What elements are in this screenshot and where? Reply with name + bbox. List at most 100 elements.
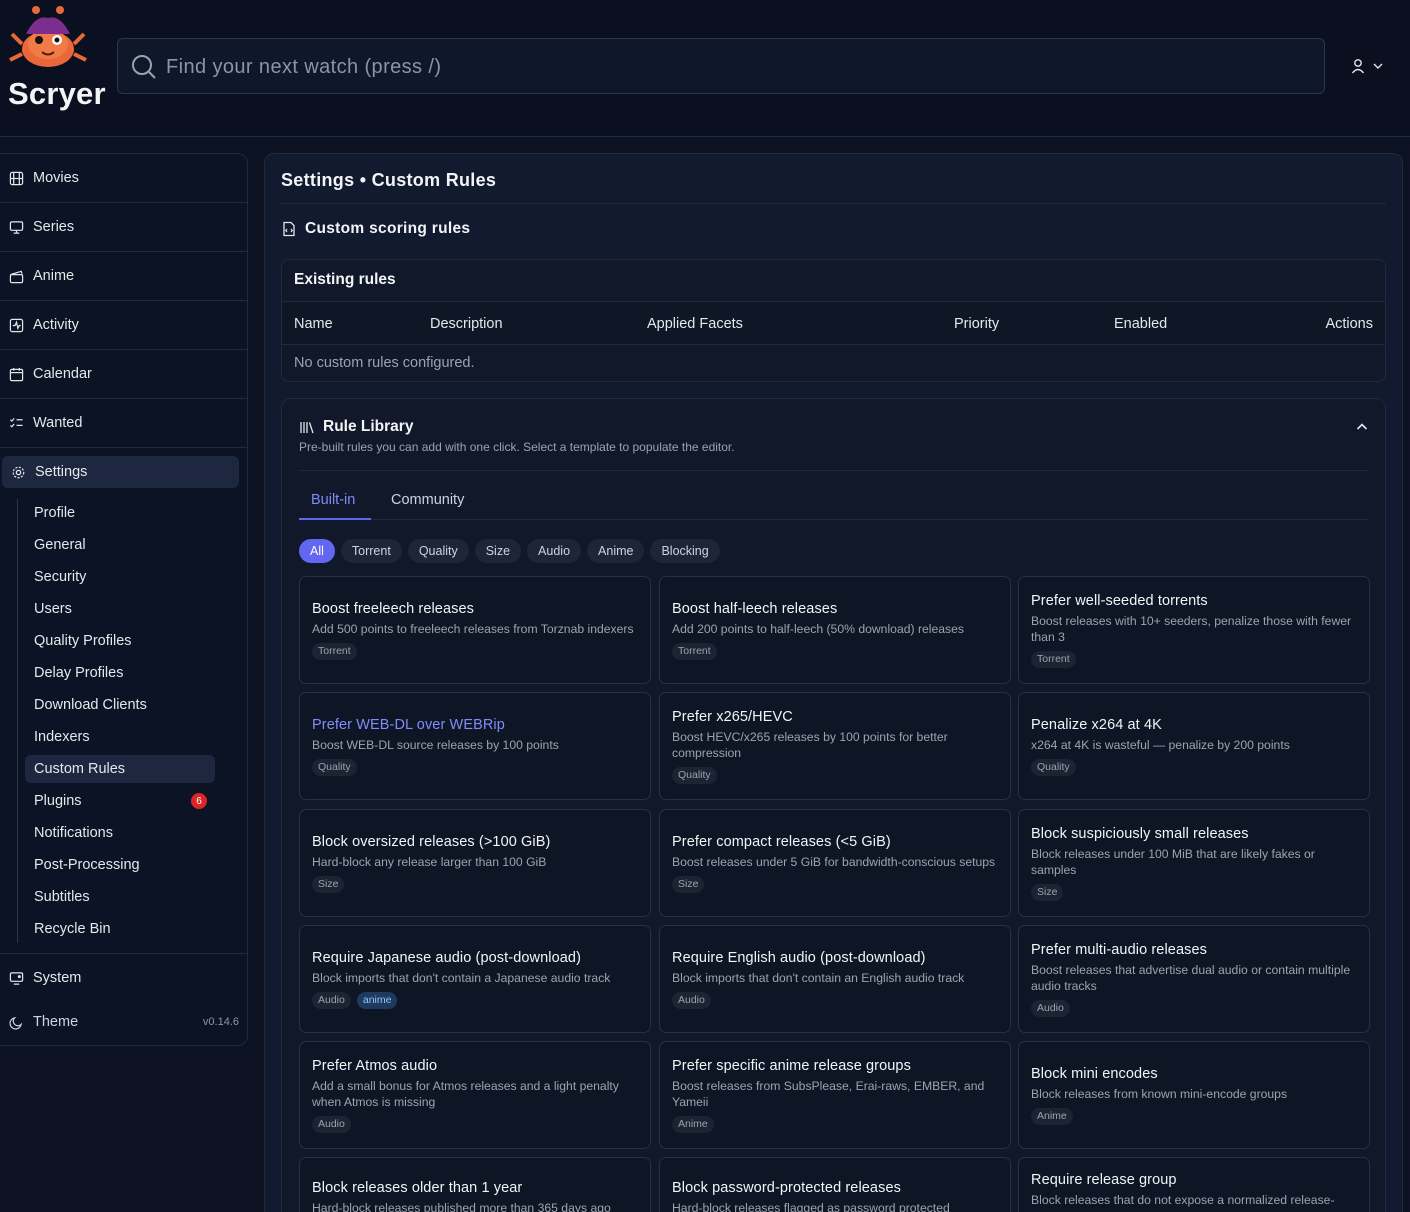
- card-description: Block releases under 100 MiB that are li…: [1031, 846, 1315, 877]
- divider: [299, 470, 1369, 471]
- sidebar-subitem-post-processing[interactable]: Post-Processing: [25, 851, 215, 879]
- chevron-up-icon[interactable]: [1354, 419, 1370, 435]
- theme-toggle[interactable]: Theme v0.14.6: [9, 1014, 239, 1030]
- card-title: Prefer multi-audio releases: [1031, 941, 1207, 958]
- card-description: Boost releases under 5 GiB for bandwidth…: [672, 854, 996, 869]
- filter-chip-anime[interactable]: Anime: [587, 539, 645, 563]
- card-title: Block releases older than 1 year: [312, 1180, 523, 1196]
- rule-template-card[interactable]: Prefer specific anime release groups Boo…: [659, 1041, 1011, 1149]
- card-description: Hard-block releases flagged as password …: [672, 1201, 950, 1212]
- filter-chip-quality[interactable]: Quality: [407, 539, 469, 563]
- sidebar-subitem-notifications[interactable]: Notifications: [25, 819, 215, 847]
- filter-chip-torrent[interactable]: Torrent: [340, 539, 402, 563]
- sidebar-subitem-general[interactable]: General: [25, 531, 215, 559]
- card-description: Boost WEB-DL source releases by 100 poin…: [312, 737, 559, 752]
- card-description: Boost releases with 10+ seeders, penaliz…: [1031, 613, 1352, 644]
- rule-template-card[interactable]: Block oversized releases (>100 GiB) Hard…: [299, 809, 651, 917]
- card-tag: Size: [312, 875, 345, 893]
- rule-template-card[interactable]: Require Japanese audio (post-download) B…: [299, 925, 651, 1033]
- tab-built-in[interactable]: Built-in: [311, 492, 355, 508]
- card-tag: Torrent: [1031, 650, 1076, 668]
- sidebar-item-settings[interactable]: Settings: [2, 456, 239, 488]
- rule-library-subtitle: Pre-built rules you can add with one cli…: [299, 440, 735, 454]
- table-header: Name Description Applied Facets Priority…: [282, 301, 1385, 345]
- rule-template-card[interactable]: Prefer well-seeded torrents Boost releas…: [1018, 576, 1370, 684]
- card-title: Boost half-leech releases: [672, 600, 838, 617]
- rule-template-card[interactable]: Prefer WEB-DL over WEBRip Boost WEB-DL s…: [299, 692, 651, 800]
- sidebar-subitem-quality-profiles[interactable]: Quality Profiles: [25, 627, 215, 655]
- rule-template-card[interactable]: Block mini encodes Block releases from k…: [1018, 1041, 1370, 1149]
- column-header-name[interactable]: Name: [294, 316, 333, 332]
- card-tag: Torrent: [312, 642, 357, 660]
- card-title: Prefer Atmos audio: [312, 1057, 438, 1074]
- search-input[interactable]: [166, 47, 1306, 87]
- card-title: Prefer x265/HEVC: [672, 708, 793, 725]
- sidebar-subitem-indexers[interactable]: Indexers: [25, 723, 215, 751]
- sidebar-item-activity[interactable]: Activity: [0, 301, 247, 350]
- sidebar-subitem-profile[interactable]: Profile: [25, 499, 215, 527]
- sidebar-item-movies[interactable]: Movies: [0, 154, 247, 203]
- sidebar-item-series[interactable]: Series: [0, 203, 247, 252]
- tab-community[interactable]: Community: [391, 492, 464, 508]
- rule-template-card[interactable]: Prefer Atmos audio Add a small bonus for…: [299, 1041, 651, 1149]
- card-description: Hard-block any release larger than 100 G…: [312, 854, 547, 869]
- column-header-facets[interactable]: Applied Facets: [647, 316, 743, 332]
- rule-template-card[interactable]: Require English audio (post-download) Bl…: [659, 925, 1011, 1033]
- card-tag: Size: [672, 875, 705, 893]
- rule-template-card[interactable]: Prefer multi-audio releases Boost releas…: [1018, 925, 1370, 1033]
- rule-template-card[interactable]: Prefer x265/HEVC Boost HEVC/x265 release…: [659, 692, 1011, 800]
- filter-chip-blocking[interactable]: Blocking: [650, 539, 720, 563]
- filter-chip-size[interactable]: Size: [474, 539, 522, 563]
- sidebar-subitem-subtitles[interactable]: Subtitles: [25, 883, 215, 911]
- rule-template-card[interactable]: Prefer compact releases (<5 GiB) Boost r…: [659, 809, 1011, 917]
- sidebar-subitem-security[interactable]: Security: [25, 563, 215, 591]
- user-icon: [1351, 59, 1365, 74]
- sidebar-subitem-recycle-bin[interactable]: Recycle Bin: [25, 915, 215, 943]
- card-tag: Quality: [1031, 758, 1076, 776]
- rule-template-card[interactable]: Block releases older than 1 year Hard-bl…: [299, 1157, 651, 1212]
- column-header-description[interactable]: Description: [430, 316, 503, 332]
- card-tag: Size: [1031, 883, 1064, 901]
- rule-library-title: Rule Library: [323, 418, 414, 435]
- search-box[interactable]: [117, 38, 1325, 94]
- column-header-actions: Actions: [1325, 316, 1373, 332]
- card-tag: Anime: [672, 1115, 714, 1133]
- card-description: Add 200 points to half-leech (50% downlo…: [672, 621, 965, 636]
- theme-label: Theme: [33, 1014, 79, 1030]
- sidebar-subitem-plugins[interactable]: Plugins 6: [25, 787, 215, 815]
- sidebar-item-system[interactable]: System: [0, 953, 247, 1002]
- sidebar-item-label: Activity: [33, 317, 79, 333]
- rule-template-card[interactable]: Boost half-leech releases Add 200 points…: [659, 576, 1011, 684]
- sidebar-item-wanted[interactable]: Wanted: [0, 399, 247, 448]
- rule-template-card[interactable]: Boost freeleech releases Add 500 points …: [299, 576, 651, 684]
- film-icon: [9, 171, 24, 185]
- card-title: Block suspiciously small releases: [1031, 825, 1249, 842]
- sidebar-item-calendar[interactable]: Calendar: [0, 350, 247, 399]
- column-header-enabled[interactable]: Enabled: [1114, 316, 1167, 332]
- rule-library-header[interactable]: Rule Library: [299, 418, 413, 436]
- sidebar-subitem-delay-profiles[interactable]: Delay Profiles: [25, 659, 215, 687]
- category-filters: All Torrent Quality Size Audio Anime Blo…: [299, 539, 720, 563]
- sidebar: Movies Series Anime Activity Calendar Wa…: [0, 153, 248, 1046]
- card-title: Require English audio (post-download): [672, 949, 926, 966]
- filter-chip-audio[interactable]: Audio: [527, 539, 582, 563]
- rule-template-card[interactable]: Block suspiciously small releases Block …: [1018, 809, 1370, 917]
- app-name: Scryer: [8, 76, 106, 111]
- user-menu[interactable]: [1350, 54, 1392, 78]
- calendar-icon: [9, 367, 24, 381]
- column-header-priority[interactable]: Priority: [954, 316, 999, 332]
- sidebar-item-anime[interactable]: Anime: [0, 252, 247, 301]
- card-description: x264 at 4K is wasteful — penalize by 200…: [1031, 737, 1290, 752]
- rule-template-card[interactable]: Block password-protected releases Hard-b…: [659, 1157, 1011, 1212]
- rule-template-card[interactable]: Require release group Block releases tha…: [1018, 1157, 1370, 1212]
- filter-chip-all[interactable]: All: [299, 539, 335, 563]
- chevron-down-icon: [1373, 63, 1383, 69]
- rule-template-card[interactable]: Penalize x264 at 4K x264 at 4K is wastef…: [1018, 692, 1370, 800]
- card-description: Boost HEVC/x265 releases by 100 points f…: [672, 729, 948, 760]
- card-tag: Audio: [1031, 999, 1070, 1017]
- logo-icon[interactable]: [8, 4, 88, 74]
- sidebar-subitem-download-clients[interactable]: Download Clients: [25, 691, 215, 719]
- sidebar-subitem-custom-rules[interactable]: Custom Rules: [25, 755, 215, 783]
- card-tag: Quality: [312, 758, 357, 776]
- sidebar-subitem-users[interactable]: Users: [25, 595, 215, 623]
